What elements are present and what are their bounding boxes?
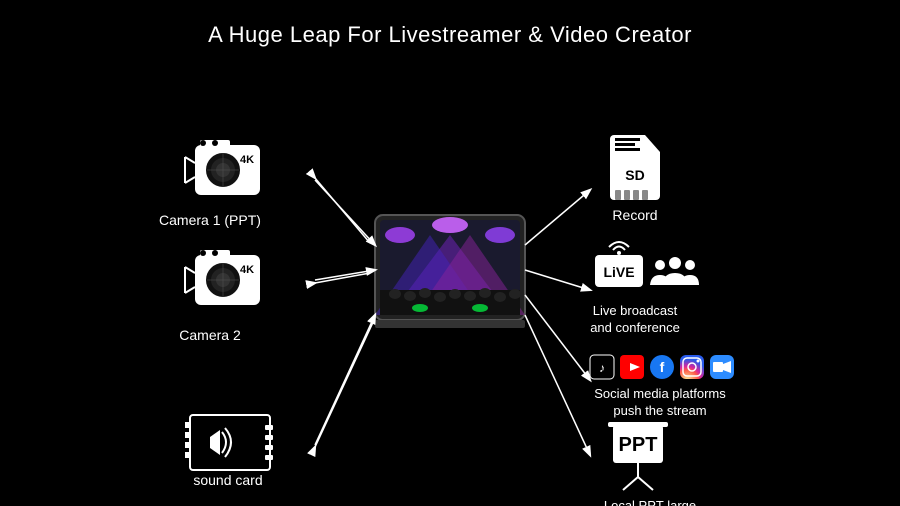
social-media-label2: push the stream [613,403,706,418]
camera1-label: Camera 1 (PPT) [159,212,261,228]
camera2-icon: 4K [185,250,260,305]
svg-text:4K: 4K [240,154,254,166]
svg-text:LiVE: LiVE [603,264,634,280]
center-device [375,215,525,328]
social-media-label: Social media platforms [594,386,726,401]
svg-text:PPT: PPT [619,434,658,456]
svg-text:SD: SD [625,167,644,183]
camera2-label: Camera 2 [179,327,241,343]
live-broadcast-icon: LiVE [595,242,643,287]
ppt-icon: PPT [608,422,668,490]
svg-text:4K: 4K [240,264,254,276]
conference-icon [650,257,699,285]
live-broadcast-label: Live broadcast [593,303,678,318]
svg-text:♪: ♪ [599,361,605,375]
live-broadcast-label2: and conference [590,320,680,335]
record-label: Record [612,207,657,223]
sound-card-icon [185,415,273,470]
record-icon: SD [610,135,660,200]
sound-card-label: sound card [193,472,262,488]
social-media-icons: ♪ f [590,355,734,379]
page-title: A Huge Leap For Livestreamer & Video Cre… [0,0,900,48]
camera1-icon: 4K [185,140,260,195]
svg-text:f: f [660,359,665,375]
ppt-label: Local PPT large [604,498,696,506]
